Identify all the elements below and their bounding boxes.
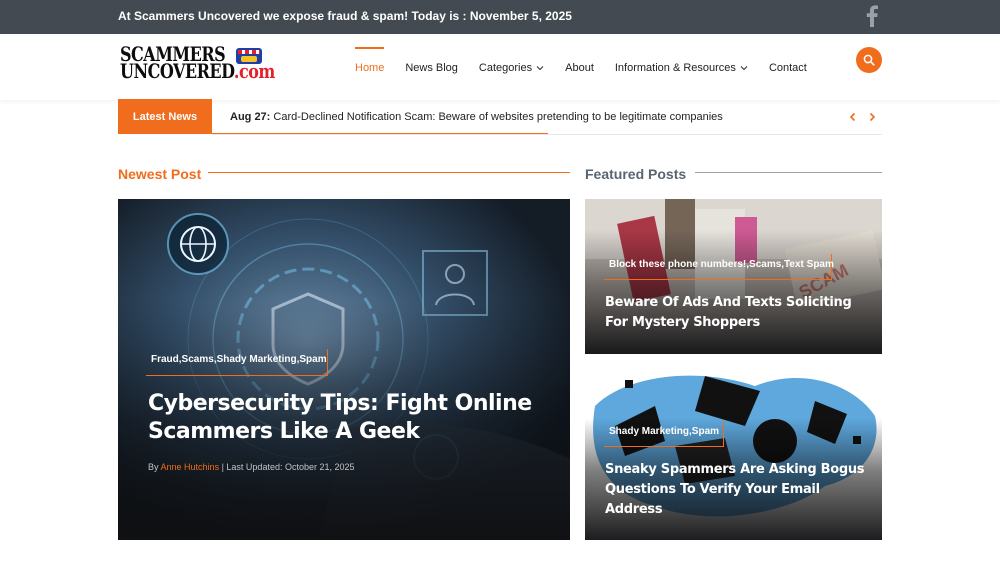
chevron-left-icon[interactable] (847, 110, 859, 124)
chevron-down-icon (536, 66, 544, 71)
featured-posts-heading: Featured Posts (585, 166, 687, 182)
nav-item-home[interactable]: Home (355, 47, 385, 74)
search-icon (863, 54, 875, 66)
nav-item-contact[interactable]: Contact (769, 62, 807, 74)
ticker-headline[interactable]: Aug 27: Card-Declined Notification Scam:… (230, 111, 723, 123)
logo-flag-icon (236, 48, 262, 64)
topbar-message: At Scammers Uncovered we expose fraud & … (118, 9, 572, 23)
post-categories[interactable]: Block these phone numbers!,Scams,Text Sp… (609, 259, 834, 270)
ticker-divider (212, 134, 882, 135)
featured-divider (695, 172, 882, 173)
post-title[interactable]: Beware Of Ads And Texts Soliciting For M… (605, 293, 870, 333)
nav-item-information-resources[interactable]: Information & Resources (615, 62, 748, 74)
nav-item-news-blog[interactable]: News Blog (405, 62, 458, 74)
featured-post-card[interactable]: SCAM Block these phone numbers!,Scams,Te… (585, 199, 882, 354)
ticker-date: Aug 27: (230, 111, 271, 123)
post-author[interactable]: Anne Hutchins (161, 462, 220, 472)
chevron-down-icon (740, 66, 748, 71)
featured-post-card[interactable]: Shady Marketing,Spam Sneaky Spammers Are… (585, 366, 882, 540)
facebook-icon[interactable] (866, 5, 878, 27)
newest-divider (208, 172, 570, 173)
site-header: SCAMMERS UNCOVERED.com Home News Blog Ca… (0, 34, 1000, 100)
post-meta: By Anne Hutchins | Last Updated: October… (148, 462, 355, 472)
post-categories[interactable]: Shady Marketing,Spam (609, 426, 719, 437)
search-button[interactable] (856, 47, 882, 73)
nav-item-about[interactable]: About (565, 62, 594, 74)
newest-post-heading: Newest Post (118, 166, 202, 182)
nav-item-categories[interactable]: Categories (479, 62, 544, 74)
post-categories[interactable]: Fraud,Scams,Shady Marketing,Spam (151, 354, 327, 365)
main-nav: Home News Blog Categories About Informat… (355, 47, 828, 75)
top-bar: At Scammers Uncovered we expose fraud & … (0, 0, 1000, 34)
newest-post-card[interactable]: Fraud,Scams,Shady Marketing,Spam Cyberse… (118, 199, 570, 540)
post-title[interactable]: Sneaky Spammers Are Asking Bogus Questio… (605, 460, 870, 520)
chevron-right-icon[interactable] (866, 110, 878, 124)
post-title[interactable]: Cybersecurity Tips: Fight Online Scammer… (148, 390, 548, 446)
logo-line-2: UNCOVERED.com (120, 59, 275, 83)
ticker-progress (212, 133, 548, 134)
site-logo[interactable]: SCAMMERS UNCOVERED.com (120, 44, 275, 83)
latest-news-label: Latest News (118, 99, 212, 134)
